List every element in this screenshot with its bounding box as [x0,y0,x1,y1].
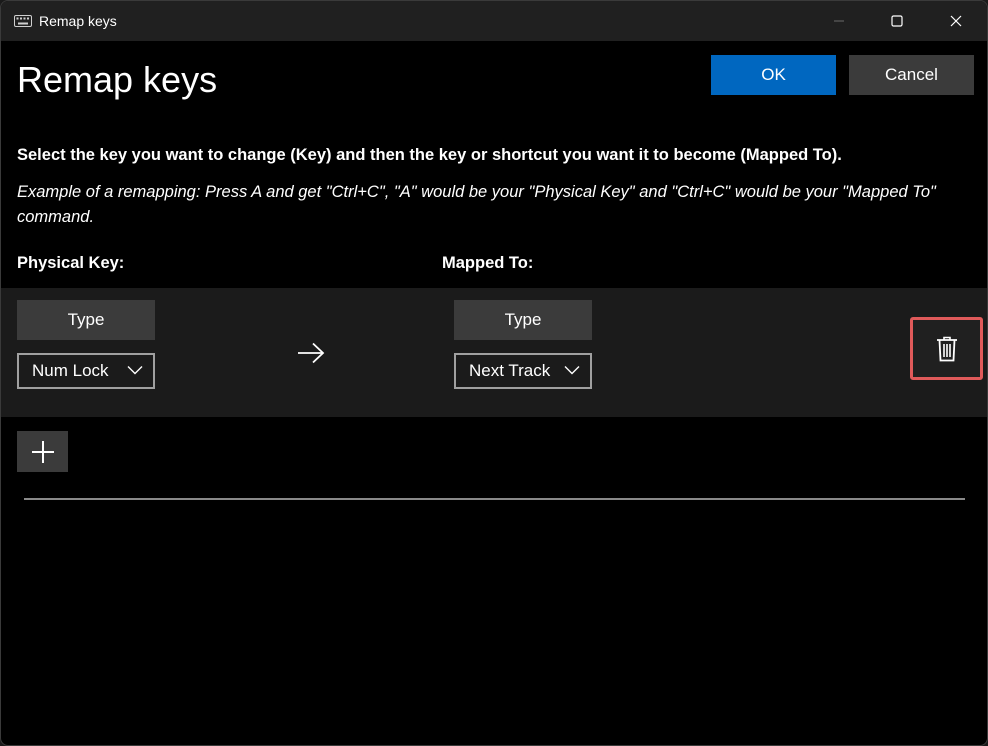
chevron-down-icon [127,365,143,375]
ok-button[interactable]: OK [711,55,836,95]
divider [24,498,965,500]
maximize-button[interactable] [874,1,920,41]
chevron-down-icon [564,365,580,375]
keyboard-icon [14,15,32,27]
mapped-to-label: Mapped To: [442,254,533,273]
close-icon [950,15,962,27]
remap-keys-window: Remap keys Remap keys OK Cancel Select t… [0,0,988,746]
minimize-button[interactable] [816,1,862,41]
close-button[interactable] [933,1,979,41]
physical-type-button[interactable]: Type [17,300,155,340]
example-text: Example of a remapping: Press A and get … [17,180,977,230]
arrow-right-icon [297,342,325,364]
title-bar: Remap keys [1,1,987,41]
mapped-key-dropdown[interactable]: Next Track [454,353,592,389]
cancel-button[interactable]: Cancel [849,55,974,95]
physical-key-label: Physical Key: [17,254,124,273]
physical-key-value: Num Lock [32,361,109,381]
maximize-icon [891,15,903,27]
window-title: Remap keys [39,13,117,29]
mapped-key-value: Next Track [469,361,550,381]
instruction-text: Select the key you want to change (Key) … [17,146,842,165]
delete-mapping-button[interactable] [910,317,983,380]
page-title: Remap keys [17,59,217,101]
trash-icon [936,336,958,362]
mapping-row: Type Num Lock Type Next Track [1,288,987,417]
physical-key-dropdown[interactable]: Num Lock [17,353,155,389]
minimize-icon [833,15,845,27]
plus-icon [31,440,55,464]
mapped-type-button[interactable]: Type [454,300,592,340]
add-mapping-button[interactable] [17,431,68,472]
